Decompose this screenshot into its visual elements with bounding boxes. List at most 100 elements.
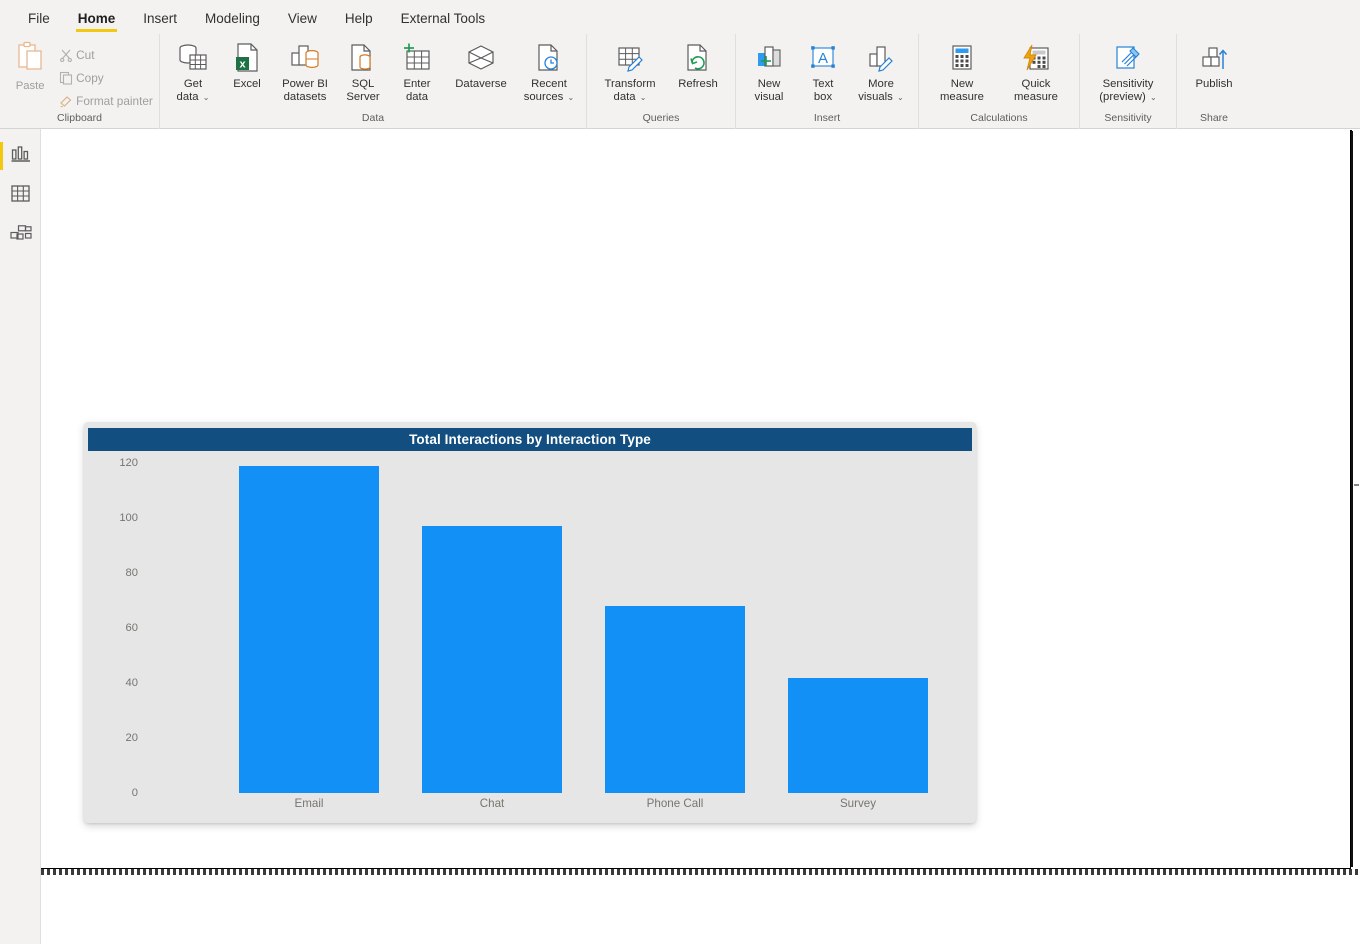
new-visual-button[interactable]: New visual bbox=[742, 38, 796, 103]
chart-bar[interactable] bbox=[239, 465, 379, 793]
tab-modeling[interactable]: Modeling bbox=[191, 12, 274, 34]
ribbon-group-insert: New visual A Text box More visuals ⌄ Ins… bbox=[736, 34, 919, 129]
table-icon bbox=[11, 185, 30, 207]
sql-server-button[interactable]: SQL Server bbox=[336, 38, 390, 103]
chevron-down-icon: ⌄ bbox=[565, 92, 575, 102]
copy-icon bbox=[56, 71, 76, 85]
refresh-button[interactable]: Refresh bbox=[667, 38, 729, 91]
ribbon-group-share: Publish Share bbox=[1177, 34, 1251, 129]
group-label-data: Data bbox=[361, 112, 385, 124]
recent-sources-label: Recent sources ⌄ bbox=[523, 78, 575, 103]
group-label-clipboard: Clipboard bbox=[57, 112, 102, 124]
text-box-icon: A bbox=[808, 41, 838, 75]
dataverse-button[interactable]: Dataverse bbox=[444, 38, 518, 91]
dataverse-label: Dataverse bbox=[455, 78, 507, 90]
svg-text:A: A bbox=[818, 50, 828, 67]
sensitivity-label-icon bbox=[1113, 41, 1143, 75]
x-axis-label: Email bbox=[294, 797, 324, 810]
copy-button[interactable]: Copy bbox=[56, 66, 153, 89]
powerbi-datasets-icon bbox=[290, 41, 320, 75]
sidebar-item-report-view[interactable] bbox=[0, 136, 41, 176]
ribbon-group-data: Get data ⌄ x Excel Power BI datasets SQL… bbox=[160, 34, 587, 129]
x-axis-label: Survey bbox=[839, 797, 877, 810]
paste-label: Paste bbox=[15, 80, 45, 92]
sql-server-label: SQL Server bbox=[346, 78, 380, 103]
quick-measure-icon bbox=[1021, 41, 1051, 75]
format-painter-button[interactable]: Format painter bbox=[56, 89, 153, 112]
enter-data-icon bbox=[402, 41, 432, 75]
tab-home[interactable]: Home bbox=[64, 12, 130, 34]
ribbon-tab-bar: File Home Insert Modeling View Help Exte… bbox=[0, 0, 1360, 34]
powerbi-datasets-button[interactable]: Power BI datasets bbox=[274, 38, 336, 103]
canvas-horizontal-scrollbar[interactable] bbox=[41, 869, 1360, 875]
cut-label: Cut bbox=[76, 47, 95, 62]
text-box-button[interactable]: A Text box bbox=[796, 38, 850, 103]
quick-measure-button[interactable]: Quick measure bbox=[999, 38, 1073, 103]
chevron-down-icon: ⌄ bbox=[200, 92, 210, 102]
more-visuals-icon bbox=[866, 41, 896, 75]
sidebar-item-data-view[interactable] bbox=[0, 176, 41, 216]
refresh-label: Refresh bbox=[678, 78, 718, 90]
canvas-right-edge-marker bbox=[1354, 484, 1359, 486]
chart-plot-area: 120 100 80 60 40 20 0 Email Chat Phone Call Surve… bbox=[84, 451, 976, 823]
powerbi-datasets-label: Power BI datasets bbox=[282, 78, 328, 103]
publish-label: Publish bbox=[1195, 78, 1233, 90]
chevron-down-icon: ⌄ bbox=[1147, 92, 1157, 102]
ribbon-group-clipboard: Paste Cut Copy Format painter Clipboard bbox=[0, 34, 160, 129]
cut-button[interactable]: Cut bbox=[56, 43, 153, 66]
group-label-share: Share bbox=[1199, 112, 1229, 124]
get-data-label: Get data ⌄ bbox=[176, 78, 210, 103]
group-label-calculations: Calculations bbox=[970, 112, 1028, 124]
tab-file[interactable]: File bbox=[14, 12, 64, 34]
sensitivity-button[interactable]: Sensitivity (preview) ⌄ bbox=[1086, 38, 1170, 104]
chart-bar[interactable] bbox=[422, 526, 562, 793]
sidebar-item-model-view[interactable] bbox=[0, 216, 41, 256]
refresh-icon bbox=[684, 41, 712, 75]
view-rail bbox=[0, 129, 41, 944]
new-visual-icon bbox=[754, 41, 784, 75]
chart-bar[interactable] bbox=[788, 677, 928, 793]
excel-button[interactable]: x Excel bbox=[220, 38, 274, 91]
group-label-sensitivity: Sensitivity bbox=[1104, 112, 1152, 124]
chart-bar[interactable] bbox=[605, 606, 745, 793]
tab-help[interactable]: Help bbox=[331, 12, 387, 34]
report-page-canvas[interactable]: Total Interactions by Interaction Type 1… bbox=[41, 130, 1351, 869]
scissors-icon bbox=[56, 48, 76, 62]
excel-file-icon: x bbox=[233, 41, 261, 75]
copy-label: Copy bbox=[76, 70, 104, 85]
tab-external-tools[interactable]: External Tools bbox=[387, 12, 500, 34]
tab-insert[interactable]: Insert bbox=[129, 12, 191, 34]
paste-button[interactable]: Paste bbox=[6, 38, 54, 92]
enter-data-label: Enter data bbox=[403, 78, 431, 103]
publish-button[interactable]: Publish bbox=[1183, 38, 1245, 91]
recent-sources-icon bbox=[535, 41, 563, 75]
more-visuals-button[interactable]: More visuals ⌄ bbox=[850, 38, 912, 104]
transform-data-button[interactable]: Transform data ⌄ bbox=[593, 38, 667, 104]
ribbon: File Home Insert Modeling View Help Exte… bbox=[0, 0, 1360, 129]
get-data-button[interactable]: Get data ⌄ bbox=[166, 38, 220, 104]
svg-text:x: x bbox=[239, 58, 246, 70]
sensitivity-text: Sensitivity (preview) ⌄ bbox=[1099, 78, 1157, 103]
paste-icon bbox=[15, 41, 45, 78]
bar-chart-icon bbox=[11, 145, 31, 168]
more-visuals-label: More visuals ⌄ bbox=[858, 78, 904, 103]
excel-label: Excel bbox=[233, 78, 261, 90]
format-painter-label: Format painter bbox=[76, 93, 153, 108]
report-canvas-area[interactable]: Total Interactions by Interaction Type 1… bbox=[41, 129, 1360, 944]
group-label-insert: Insert bbox=[813, 112, 841, 124]
canvas-right-edge bbox=[1351, 131, 1353, 867]
chart-title: Total Interactions by Interaction Type bbox=[88, 428, 972, 451]
paintbrush-icon bbox=[56, 94, 76, 108]
column-chart-visual[interactable]: Total Interactions by Interaction Type 1… bbox=[84, 422, 976, 823]
new-measure-button[interactable]: New measure bbox=[925, 38, 999, 103]
new-measure-label: New measure bbox=[940, 78, 984, 103]
ribbon-group-queries: Transform data ⌄ Refresh Queries bbox=[587, 34, 736, 129]
model-relationships-icon bbox=[9, 224, 32, 248]
enter-data-button[interactable]: Enter data bbox=[390, 38, 444, 103]
chevron-down-icon: ⌄ bbox=[637, 92, 647, 102]
recent-sources-button[interactable]: Recent sources ⌄ bbox=[518, 38, 580, 104]
new-visual-label: New visual bbox=[754, 78, 784, 103]
group-label-queries: Queries bbox=[642, 112, 680, 124]
calculator-icon bbox=[948, 41, 976, 75]
tab-view[interactable]: View bbox=[274, 12, 331, 34]
